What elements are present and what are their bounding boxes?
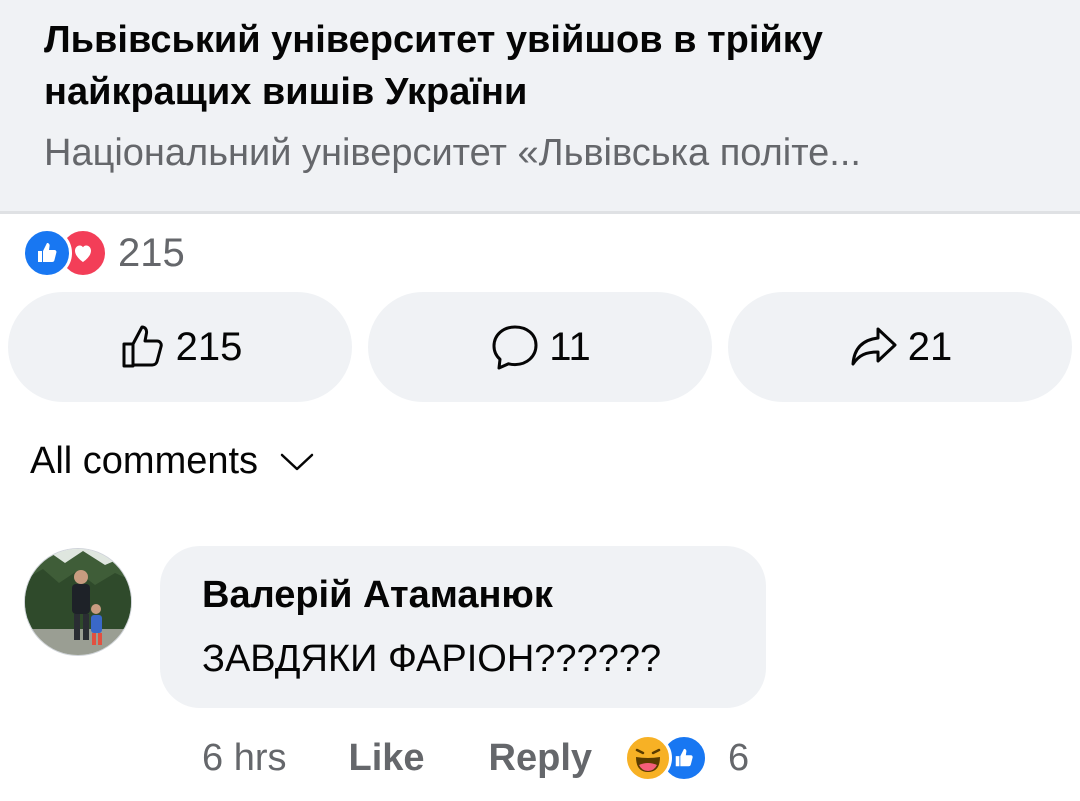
comment-time[interactable]: 6 hrs (202, 737, 286, 780)
avatar[interactable] (24, 548, 132, 656)
comment-reactions[interactable]: 6 (624, 734, 749, 782)
thumbs-up-icon (122, 325, 163, 368)
chevron-down-icon (280, 453, 314, 470)
comment-reply-button[interactable]: Reply (489, 737, 592, 780)
reactions-summary[interactable]: 215 (22, 228, 185, 278)
share-icon (851, 327, 897, 366)
comment-icon (492, 325, 538, 370)
comment-meta: 6 hrs Like Reply 6 (202, 728, 749, 788)
comment-author[interactable]: Валерій Атаманюк (202, 574, 553, 617)
share-button[interactable]: 21 (728, 292, 1072, 402)
link-subtitle: Національний університет «Львівська полі… (44, 132, 861, 174)
like-reaction-icon (22, 228, 72, 278)
link-title[interactable]: Львівський університет увійшов в трійку … (44, 14, 1024, 118)
like-button[interactable]: 215 (8, 292, 352, 402)
comment-button[interactable]: 11 (368, 292, 712, 402)
comment-bubble: Валерій Атаманюк ЗАВДЯКИ ФАРІОН?????? (160, 546, 766, 708)
comment-text: ЗАВДЯКИ ФАРІОН?????? (202, 638, 662, 680)
comment-like-button[interactable]: Like (348, 737, 424, 780)
share-count: 21 (907, 324, 953, 369)
link-preview-card[interactable]: Львівський університет увійшов в трійку … (0, 0, 1080, 214)
comments-filter-dropdown[interactable]: All comments (30, 440, 314, 483)
comment-count: 11 (549, 324, 591, 369)
like-count: 215 (175, 324, 243, 369)
reactions-count: 215 (118, 230, 185, 275)
comment-reaction-count: 6 (728, 736, 750, 779)
comments-filter-label: All comments (30, 440, 259, 482)
haha-reaction-icon (624, 734, 673, 782)
